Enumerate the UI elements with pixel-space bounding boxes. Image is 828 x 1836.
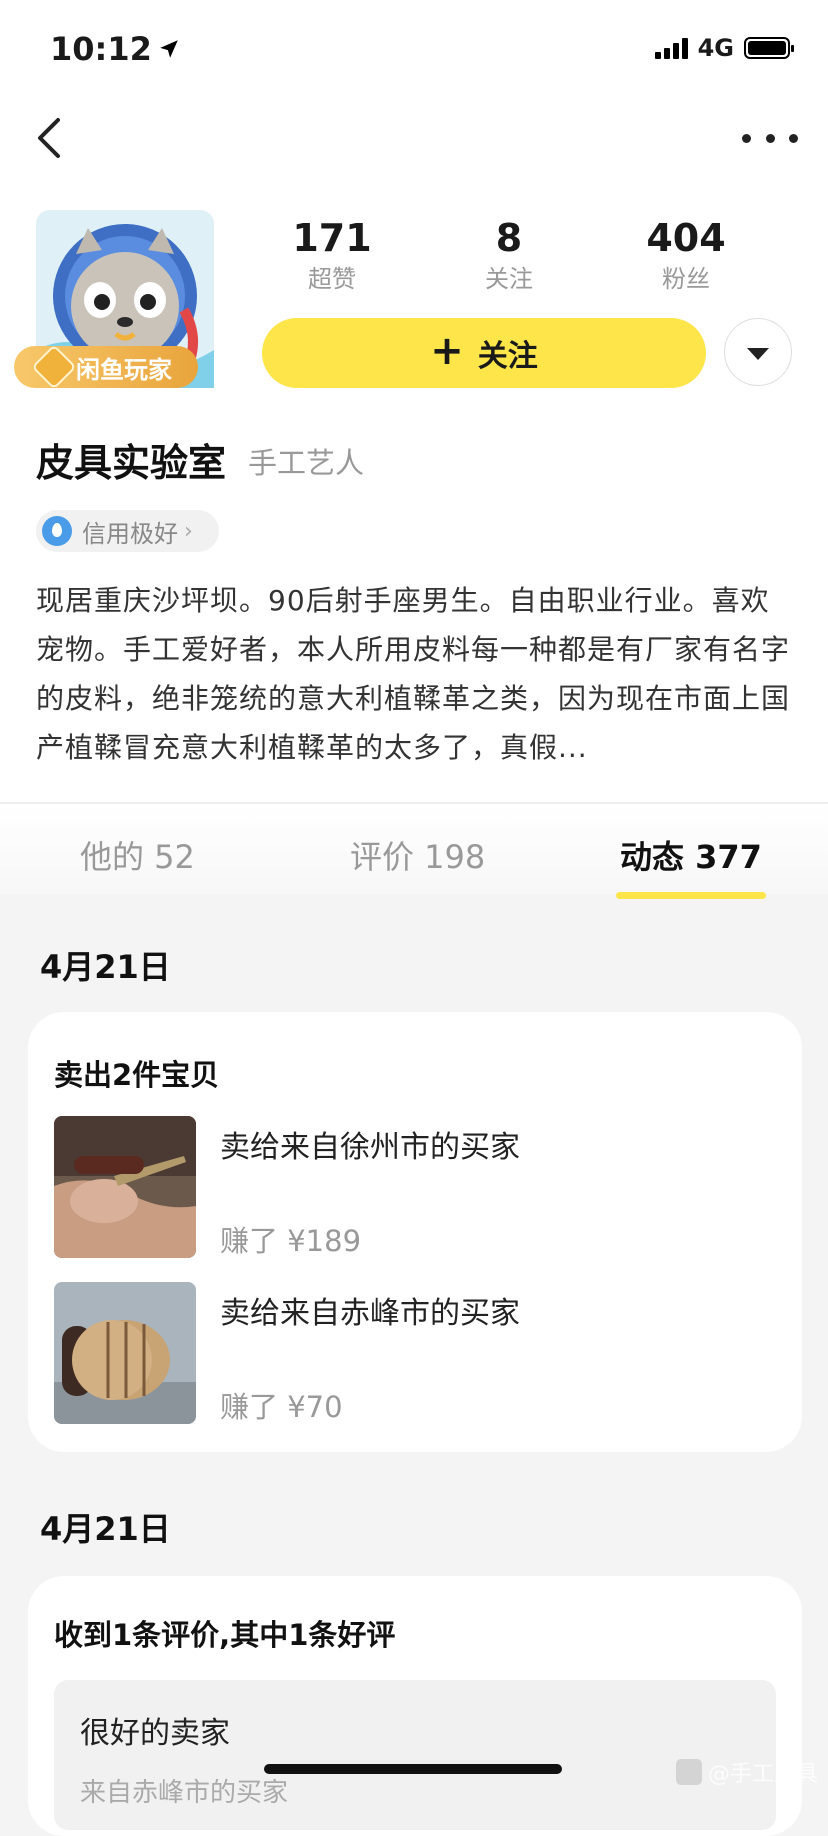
dropdown-button[interactable] [724, 318, 792, 386]
stat-following[interactable]: 8 关注 [439, 214, 579, 296]
profile-name: 皮具实验室 [36, 441, 227, 485]
status-time: 10:12 [50, 30, 180, 68]
sold-item[interactable]: 卖给来自赤峰市的买家 赚了 ¥70 [54, 1282, 774, 1424]
xianyu-player-badge: 闲鱼玩家 [14, 344, 198, 390]
active-tab-indicator [616, 892, 766, 899]
more-dot-icon [742, 133, 751, 143]
diamond-badge-icon [31, 344, 77, 390]
review-snippet[interactable]: 很好的卖家 来自赤峰市的买家 [54, 1680, 776, 1830]
item-thumbnail[interactable] [54, 1282, 196, 1424]
profile-bio[interactable]: 现居重庆沙坪坝。90后射手座男生。自由职业行业。喜欢宠物。手工爱好者，本人所用皮… [36, 576, 792, 772]
profile-role: 手工艺人 [248, 446, 365, 480]
status-bar: 10:12 4G [0, 0, 828, 96]
stat-likes[interactable]: 171 超赞 [262, 214, 402, 296]
review-card[interactable]: 收到1条评价,其中1条好评 很好的卖家 来自赤峰市的买家 [28, 1576, 802, 1836]
earned-amount: 赚了 ¥70 [220, 1390, 343, 1424]
buyer-location: 卖给来自徐州市的买家 [220, 1130, 520, 1165]
signal-icon [654, 37, 688, 59]
tab-activity[interactable]: 动态 377 [620, 832, 762, 878]
tab-items[interactable]: 他的 52 [80, 832, 195, 878]
network-type: 4G [697, 34, 734, 62]
feed-date: 4月21日 [40, 948, 171, 986]
chevron-right-icon: › [184, 518, 193, 544]
plus-icon: + [430, 328, 464, 374]
review-text: 很好的卖家 [80, 1716, 230, 1751]
credit-drop-icon [42, 516, 72, 546]
more-options-button[interactable] [742, 118, 798, 158]
earned-amount: 赚了 ¥189 [220, 1224, 362, 1258]
chevron-left-icon [38, 118, 60, 158]
sold-item[interactable]: 卖给来自徐州市的买家 赚了 ¥189 [54, 1116, 774, 1258]
follow-button[interactable]: + 关注 [262, 318, 706, 388]
weibo-logo-icon [675, 1759, 702, 1785]
review-source: 来自赤峰市的买家 [80, 1778, 289, 1808]
item-thumbnail[interactable] [54, 1116, 196, 1258]
card-title: 收到1条评价,其中1条好评 [54, 1618, 396, 1652]
tab-reviews[interactable]: 评价 198 [350, 832, 485, 878]
watermark: @手工皮具 [675, 1756, 818, 1788]
card-title: 卖出2件宝贝 [54, 1058, 220, 1092]
credit-rating-tag[interactable]: 信用极好 › [36, 510, 219, 552]
profile-stats: 171 超赞 8 关注 404 粉丝 [262, 214, 792, 304]
feed-date: 4月21日 [40, 1510, 171, 1548]
leather-tool-photo [54, 1116, 196, 1258]
battery-icon [744, 37, 794, 59]
home-indicator[interactable] [264, 1764, 562, 1774]
stat-followers[interactable]: 404 粉丝 [616, 214, 756, 296]
sold-items-card[interactable]: 卖出2件宝贝 卖给来自徐州市的买家 赚了 ¥189 卖给来自赤峰市的买家 赚了 … [28, 1012, 802, 1452]
caret-down-icon [747, 348, 769, 360]
sanding-discs-photo [54, 1282, 196, 1424]
buyer-location: 卖给来自赤峰市的买家 [220, 1296, 520, 1331]
location-arrow-icon [160, 40, 178, 58]
back-button[interactable] [30, 112, 70, 164]
